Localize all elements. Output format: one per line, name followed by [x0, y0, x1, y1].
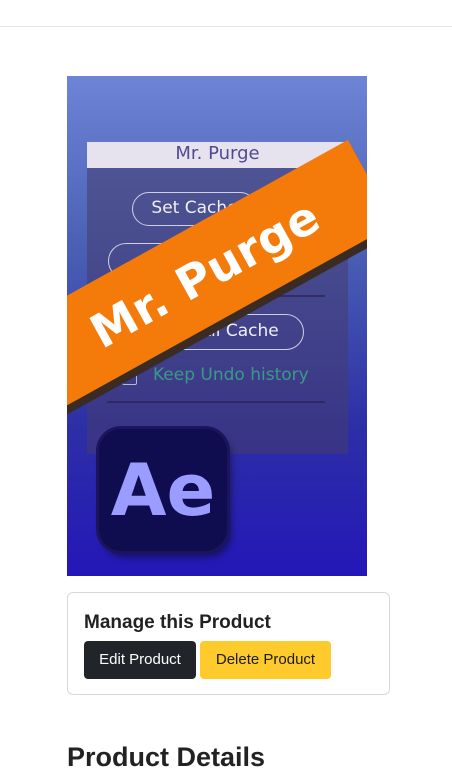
- after-effects-icon: Ae: [99, 429, 227, 551]
- panel-checkbox-label: Keep Undo history: [153, 365, 309, 385]
- delete-product-button[interactable]: Delete Product: [200, 641, 331, 679]
- panel-divider: [107, 401, 325, 403]
- product-details-heading: Product Details: [67, 742, 266, 772]
- product-image: Mr. Purge Set Cache Purge All Cache Keep…: [67, 76, 367, 576]
- edit-product-button[interactable]: Edit Product: [84, 641, 196, 679]
- manage-title: Manage this Product: [84, 612, 271, 633]
- header-divider: [0, 26, 452, 27]
- manage-product-card: Manage this Product Edit Product Delete …: [67, 592, 390, 695]
